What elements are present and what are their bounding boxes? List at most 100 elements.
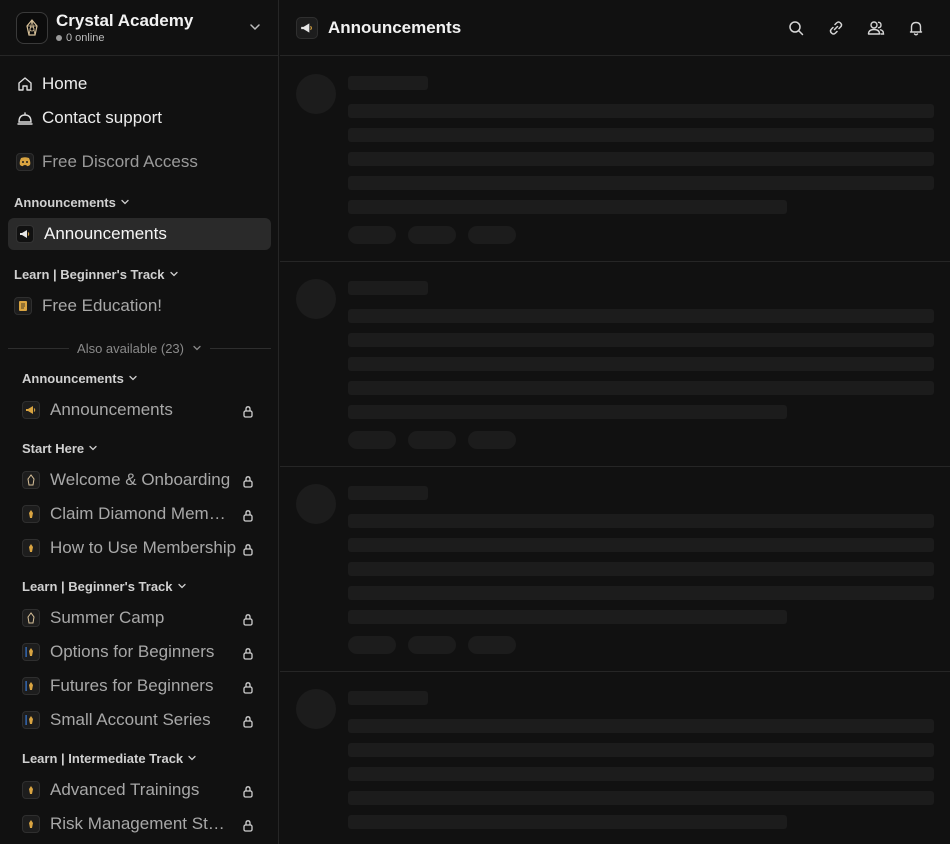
reaction-skeleton (468, 226, 516, 244)
locked-channel-risk-management[interactable]: Risk Management Strategies (22, 808, 254, 840)
text-skeleton (348, 152, 934, 166)
text-skeleton (348, 333, 934, 347)
locked-channel-summer-camp[interactable]: Summer Camp (22, 602, 254, 634)
section-label: Announcements (22, 370, 124, 386)
lock-icon (242, 713, 254, 733)
search-icon[interactable] (786, 18, 806, 38)
locked-channel-futures[interactable]: Futures for Beginners (22, 670, 254, 702)
channel-label: Announcements (44, 224, 167, 243)
text-skeleton (348, 200, 787, 214)
section-learn-beginner[interactable]: Learn | Beginner's Track (14, 265, 179, 283)
lock-icon (242, 611, 254, 631)
main-panel: Announcements (280, 0, 950, 844)
chevron-down-icon (177, 583, 186, 589)
locked-channel-options[interactable]: Options for Beginners (22, 636, 254, 668)
also-available-divider[interactable]: Also available (23) (8, 338, 272, 358)
reaction-skeleton (348, 431, 396, 449)
lock-icon (242, 403, 254, 423)
text-skeleton (348, 128, 934, 142)
nav-contact-support[interactable]: Contact support (16, 104, 162, 132)
crystal-logo-icon (22, 677, 40, 695)
channel-label: Small Account Series (50, 710, 211, 729)
crystal-logo-icon (22, 643, 40, 661)
locked-section-learn-beginner[interactable]: Learn | Beginner's Track (22, 577, 187, 595)
chevron-down-icon (129, 375, 137, 381)
channel-header: Announcements (280, 0, 950, 56)
channel-announcements-active[interactable]: Announcements (8, 218, 271, 250)
post-skeleton (280, 57, 950, 262)
also-available-label: Also available (23) (77, 340, 184, 356)
text-skeleton (348, 381, 934, 395)
locked-section-announcements[interactable]: Announcements (22, 369, 138, 387)
channel-label: Welcome & Onboarding (50, 470, 231, 489)
lock-icon (242, 679, 254, 699)
crystal-logo-icon (26, 18, 38, 36)
nav-discord[interactable]: Free Discord Access (16, 148, 198, 176)
locked-channel-claim-diamond[interactable]: Claim Diamond Membership (22, 498, 254, 530)
post-skeleton (280, 672, 950, 844)
online-count: 0 online (56, 31, 193, 45)
workspace-logo (16, 11, 48, 44)
locked-section-learn-intermediate[interactable]: Learn | Intermediate Track (22, 749, 197, 767)
locked-channel-welcome[interactable]: Welcome & Onboarding (22, 464, 254, 496)
text-skeleton (348, 562, 934, 576)
lock-icon (242, 473, 254, 493)
link-icon[interactable] (826, 18, 846, 38)
locked-channel-advanced[interactable]: Advanced Trainings (22, 774, 254, 806)
section-label: Start Here (22, 440, 85, 456)
locked-section-start-here[interactable]: Start Here (22, 439, 98, 457)
sidebar: Crystal Academy 0 online Home Contact su… (0, 0, 279, 844)
divider-line (8, 347, 70, 349)
page-title: Announcements (328, 17, 462, 37)
members-icon[interactable] (866, 18, 886, 38)
text-skeleton (348, 610, 787, 624)
locked-channel-how-to-use[interactable]: How to Use Membership (22, 532, 254, 564)
text-skeleton (348, 176, 934, 190)
header-actions (766, 18, 926, 38)
chevron-down-icon (89, 445, 97, 451)
megaphone-icon (22, 401, 40, 419)
workspace-name: Crystal Academy (56, 10, 194, 30)
author-skeleton (348, 691, 428, 705)
megaphone-icon (16, 225, 34, 243)
section-announcements[interactable]: Announcements (14, 193, 130, 211)
lock-icon (242, 817, 254, 837)
post-skeleton (280, 262, 950, 467)
lock-icon (242, 541, 254, 561)
locked-channel-small-account[interactable]: Small Account Series (22, 704, 254, 736)
discord-icon (16, 153, 34, 171)
lock-icon (242, 645, 254, 665)
channel-label: Announcements (50, 400, 173, 419)
channel-label: Claim Diamond Membership (50, 504, 230, 523)
channel-label: Futures for Beginners (50, 676, 214, 695)
chevron-down-icon (193, 345, 201, 351)
author-skeleton (348, 76, 428, 90)
workspace-header[interactable]: Crystal Academy 0 online (0, 0, 278, 56)
text-skeleton (348, 815, 787, 829)
crystal-logo-icon (22, 471, 40, 489)
locked-channel-announcements[interactable]: Announcements (22, 394, 254, 426)
channel-label: Free Education! (42, 296, 163, 315)
avatar-skeleton (296, 279, 336, 319)
text-skeleton (348, 743, 934, 757)
text-skeleton (348, 357, 934, 371)
text-skeleton (348, 767, 934, 781)
crystal-logo-icon (22, 609, 40, 627)
text-skeleton (348, 405, 787, 419)
chevron-down-icon (169, 271, 178, 277)
service-bell-icon (17, 112, 33, 125)
channel-free-education[interactable]: Free Education! (14, 290, 264, 322)
online-count-label: 0 online (66, 31, 105, 44)
text-skeleton (348, 791, 934, 805)
text-skeleton (348, 104, 934, 118)
divider-line (209, 347, 272, 349)
author-skeleton (348, 281, 428, 295)
reaction-skeleton (348, 226, 396, 244)
channel-label: How to Use Membership (50, 538, 237, 557)
channel-label: Advanced Trainings (50, 780, 200, 799)
bell-icon[interactable] (906, 18, 926, 38)
chevron-down-icon[interactable] (248, 20, 262, 39)
section-label: Learn | Beginner's Track (22, 578, 173, 594)
text-skeleton (348, 719, 934, 733)
nav-home[interactable]: Home (16, 70, 87, 98)
